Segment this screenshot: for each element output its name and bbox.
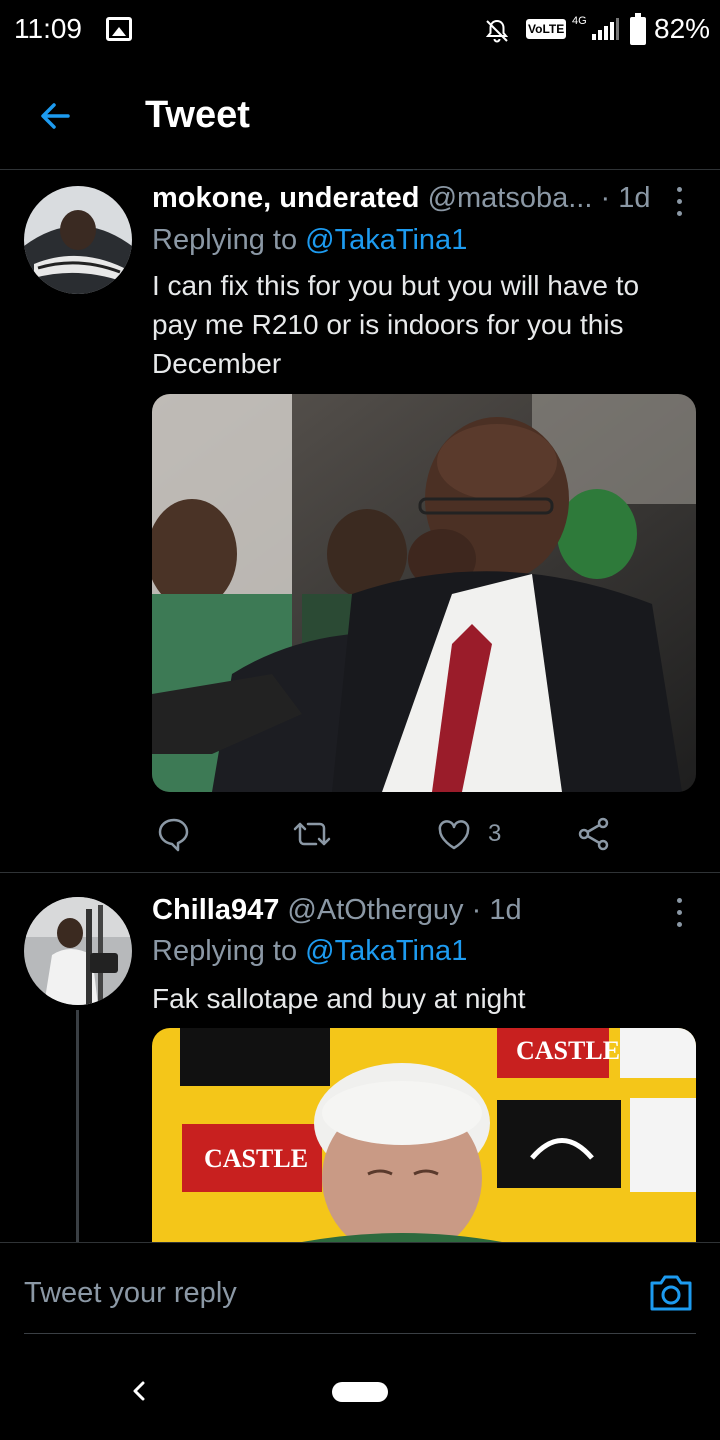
replying-to: Replying to @TakaTina1	[152, 935, 467, 968]
sponsor-logo-text: CASTLE	[516, 1036, 621, 1065]
tweet-header: Chilla947 @AtOtherguy · 1d	[152, 894, 522, 927]
separator: ·	[600, 182, 611, 214]
tweet-photo[interactable]: CASTLE CASTLE	[152, 1028, 696, 1242]
reply-input[interactable]: Tweet your reply	[24, 1277, 604, 1325]
top-app-bar: Tweet	[0, 62, 720, 170]
like-count: 3	[488, 820, 502, 847]
avatar[interactable]	[24, 186, 132, 294]
mention-link[interactable]: @TakaTina1	[305, 224, 467, 256]
nav-back-icon[interactable]	[124, 1376, 154, 1406]
more-options-icon[interactable]	[664, 893, 694, 933]
arrow-left-icon[interactable]	[34, 94, 78, 138]
replying-prefix: Replying to	[152, 224, 306, 256]
author-name[interactable]: Chilla947	[152, 894, 279, 926]
tweet-photo[interactable]	[152, 394, 696, 792]
page-title: Tweet	[145, 94, 250, 136]
battery-icon	[630, 13, 646, 45]
tweet-actions: 3	[152, 812, 632, 856]
more-options-icon[interactable]	[664, 182, 694, 222]
status-bar: 11:09 VoLTE 4G 82%	[0, 0, 720, 62]
sponsor-logo-text: CASTLE	[204, 1144, 309, 1173]
network-type: 4G	[572, 15, 587, 27]
comment-icon[interactable]	[156, 812, 192, 856]
tweet-time: 1d	[489, 894, 522, 926]
avatar[interactable]	[24, 897, 132, 1005]
camera-icon[interactable]	[648, 1271, 694, 1313]
mention-link[interactable]: @TakaTina1	[305, 935, 467, 967]
tweet-header: mokone, underated @matsoba... · 1d	[152, 182, 650, 215]
reply-composer: Tweet your reply	[0, 1242, 720, 1335]
mute-icon	[485, 19, 509, 43]
heart-icon[interactable]	[436, 812, 472, 856]
replying-prefix: Replying to	[152, 935, 306, 967]
gallery-icon	[106, 17, 132, 41]
tweet-time: 1d	[618, 182, 651, 214]
separator: ·	[471, 894, 482, 926]
tweet-item[interactable]: mokone, underated @matsoba... · 1d Reply…	[0, 170, 720, 872]
home-pill[interactable]	[332, 1382, 388, 1402]
author-handle[interactable]: @matsoba...	[428, 182, 593, 214]
signal-icon	[592, 18, 619, 40]
tweet-text: Fak sallotape and buy at night	[152, 983, 526, 1014]
tweet-text: I can fix this for you but you will have…	[152, 270, 640, 379]
replying-to: Replying to @TakaTina1	[152, 224, 467, 257]
retweet-icon[interactable]	[292, 812, 332, 856]
tweet-item[interactable]: Chilla947 @AtOtherguy · 1d Replying to @…	[0, 873, 720, 1242]
author-name[interactable]: mokone, underated	[152, 182, 420, 214]
volte-badge: VoLTE	[526, 19, 566, 39]
system-nav-bar	[0, 1334, 720, 1440]
status-time: 11:09	[14, 13, 82, 44]
author-handle[interactable]: @AtOtherguy	[287, 894, 463, 926]
thread-line	[76, 1010, 79, 1242]
battery-percent: 82%	[654, 13, 711, 44]
share-icon[interactable]	[576, 812, 612, 856]
